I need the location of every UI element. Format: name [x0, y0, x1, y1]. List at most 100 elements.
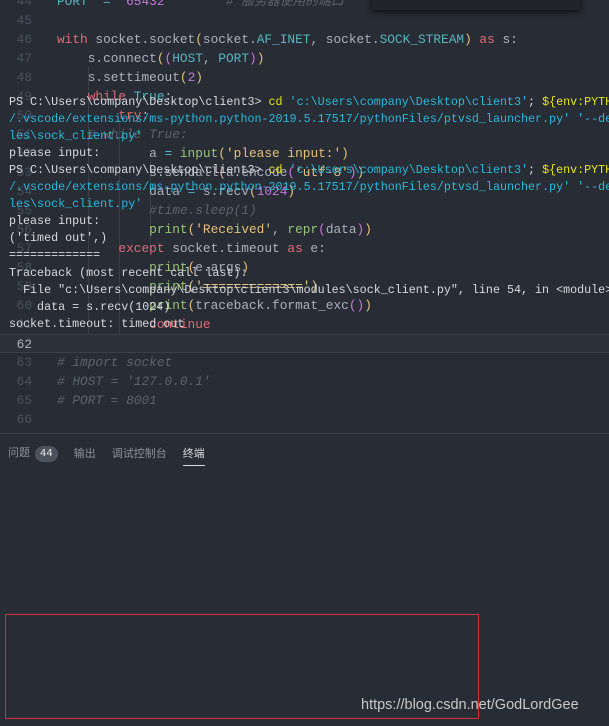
code-text: s.settimeout(2): [57, 68, 203, 87]
code-line[interactable]: 63 # import socket: [0, 353, 609, 372]
code-text: a = input('please input:'): [57, 144, 349, 163]
code-token: 'please input:': [225, 146, 342, 161]
tab-1[interactable]: 输出: [74, 445, 96, 465]
code-token: e:: [302, 241, 326, 256]
code-token: ): [364, 222, 372, 237]
code-token: ): [249, 51, 257, 66]
terminal-line: /.vscode/extensions/ms-python.python-201…: [9, 111, 609, 128]
code-line[interactable]: 65 # PORT = 8001: [0, 391, 609, 410]
watermark: https://blog.csdn.net/GodLordGee: [361, 697, 579, 713]
terminal-line: please input:: [9, 213, 100, 230]
code-text: PORT = 65432 # 服务器使用的端口: [57, 0, 344, 11]
terminal-token: /.vscode/extensions/ms-python.python-201…: [9, 180, 609, 195]
code-text: # PORT = 8001: [57, 391, 157, 410]
terminal-token: 'c:\Users\company\Desktop\client3': [282, 95, 529, 109]
code-token: socket.socket: [87, 32, 196, 47]
tab-label: 输出: [73, 447, 96, 460]
terminal-token: cd: [268, 163, 283, 178]
terminal-token: les\sock_client.py': [9, 197, 143, 212]
code-token: 65432: [126, 0, 165, 9]
line-number: 63: [16, 355, 32, 370]
tab-3[interactable]: 终端: [182, 445, 205, 466]
terminal-line: ('timed out',): [9, 230, 107, 247]
tab-label: 调试控制台: [111, 447, 167, 460]
code-token: (: [348, 298, 357, 313]
terminal-token: socket.timeout: timed out: [9, 316, 185, 331]
tab-0[interactable]: 问题 44: [8, 444, 58, 466]
terminal-token: PS C:\Users\company\Desktop\client3>: [9, 163, 269, 178]
hover-popup: [372, 0, 580, 10]
terminal-token: /.vscode/extensions/ms-python.python-201…: [9, 112, 609, 127]
tab-2[interactable]: 调试控制台: [112, 445, 167, 465]
code-token: # 服务器使用的端口: [225, 0, 344, 9]
terminal-line: PS C:\Users\company\Desktop\client3> cd …: [9, 162, 609, 179]
terminal-token: PS C:\Users\company\Desktop\client3>: [9, 95, 269, 109]
code-text: # import socket: [57, 353, 172, 372]
code-token: # PORT = 8001: [57, 393, 157, 408]
terminal-token: ('timed out',): [9, 231, 108, 246]
terminal-line: Traceback (most recent call last):: [9, 265, 247, 282]
code-token: 'Received': [195, 222, 273, 237]
code-token: =: [103, 0, 111, 9]
line-number: 44: [16, 0, 32, 9]
line-number: 64: [16, 374, 32, 389]
code-token: repr: [287, 222, 319, 237]
line-number: 65: [16, 393, 32, 408]
terminal-token: Traceback (most recent call last):: [9, 265, 248, 280]
code-text: with socket.socket(socket.AF_INET, socke…: [57, 30, 518, 49]
code-token: as: [287, 241, 303, 256]
terminal-line: socket.timeout: timed out: [9, 316, 184, 333]
terminal-token: data = s.recv(1024): [9, 299, 171, 314]
code-token: , socket.: [310, 32, 380, 47]
code-line[interactable]: 48 s.settimeout(2): [0, 68, 609, 87]
terminal-token: les\sock_client.py': [9, 129, 143, 144]
terminal-line: data = s.recv(1024): [9, 299, 170, 316]
code-token: (: [195, 32, 203, 47]
code-text: # HOST = '127.0.0.1': [57, 372, 211, 391]
panel-tabs: 问题 44 输出 调试控制台 终端: [8, 444, 221, 466]
problem-count-badge: 44: [35, 446, 58, 462]
code-token: s.settimeout: [57, 70, 180, 85]
terminal-line: les\sock_client.py': [9, 196, 142, 213]
terminal-line: please input:: [9, 145, 100, 162]
code-token: input: [172, 146, 219, 161]
terminal-token: cd: [268, 95, 283, 109]
code-token: ,: [202, 51, 219, 66]
code-token: PORT: [218, 51, 250, 66]
code-token: as: [471, 32, 495, 47]
terminal-token: please input:: [9, 214, 101, 229]
code-token: ): [341, 146, 349, 161]
code-token: (: [218, 146, 226, 161]
code-token: (: [156, 51, 165, 66]
terminal-token: ;: [528, 163, 543, 178]
code-line[interactable]: 46 with socket.socket(socket.AF_INET, soc…: [0, 30, 609, 49]
code-token: ): [464, 32, 472, 47]
line-number: 62: [16, 337, 32, 352]
line-number: 46: [16, 32, 32, 47]
terminal-line: PS C:\Users\company\Desktop\client3> cd …: [9, 94, 609, 111]
code-token: (: [179, 70, 188, 85]
code-token: ,: [272, 222, 288, 237]
code-line[interactable]: 66: [0, 410, 609, 429]
code-token: ): [364, 298, 372, 313]
code-line[interactable]: 47 s.connect((HOST, PORT)): [0, 49, 609, 68]
code-text: s.connect((HOST, PORT)): [57, 49, 265, 68]
code-token: ): [256, 51, 265, 66]
code-token: (: [318, 222, 326, 237]
code-line[interactable]: 62: [0, 334, 609, 353]
terminal-line: /.vscode/extensions/ms-python.python-201…: [9, 179, 609, 196]
terminal-token: please input:: [9, 146, 101, 161]
tab-label: 问题: [8, 446, 30, 459]
terminal-line: =============: [9, 247, 100, 264]
terminal-token: 'c:\Users\company\Desktop\client3': [282, 163, 529, 178]
terminal-token: ${env:PYTH: [542, 95, 609, 109]
code-line[interactable]: 45: [0, 11, 609, 30]
line-number: 45: [16, 13, 32, 28]
code-line[interactable]: 64 # HOST = '127.0.0.1': [0, 372, 609, 391]
code-token: PORT: [57, 0, 88, 9]
code-token: data: [325, 222, 357, 237]
code-token: traceback.format_exc: [195, 298, 349, 313]
terminal-token: File "c:\Users\company\Desktop\client3\m…: [9, 282, 609, 297]
